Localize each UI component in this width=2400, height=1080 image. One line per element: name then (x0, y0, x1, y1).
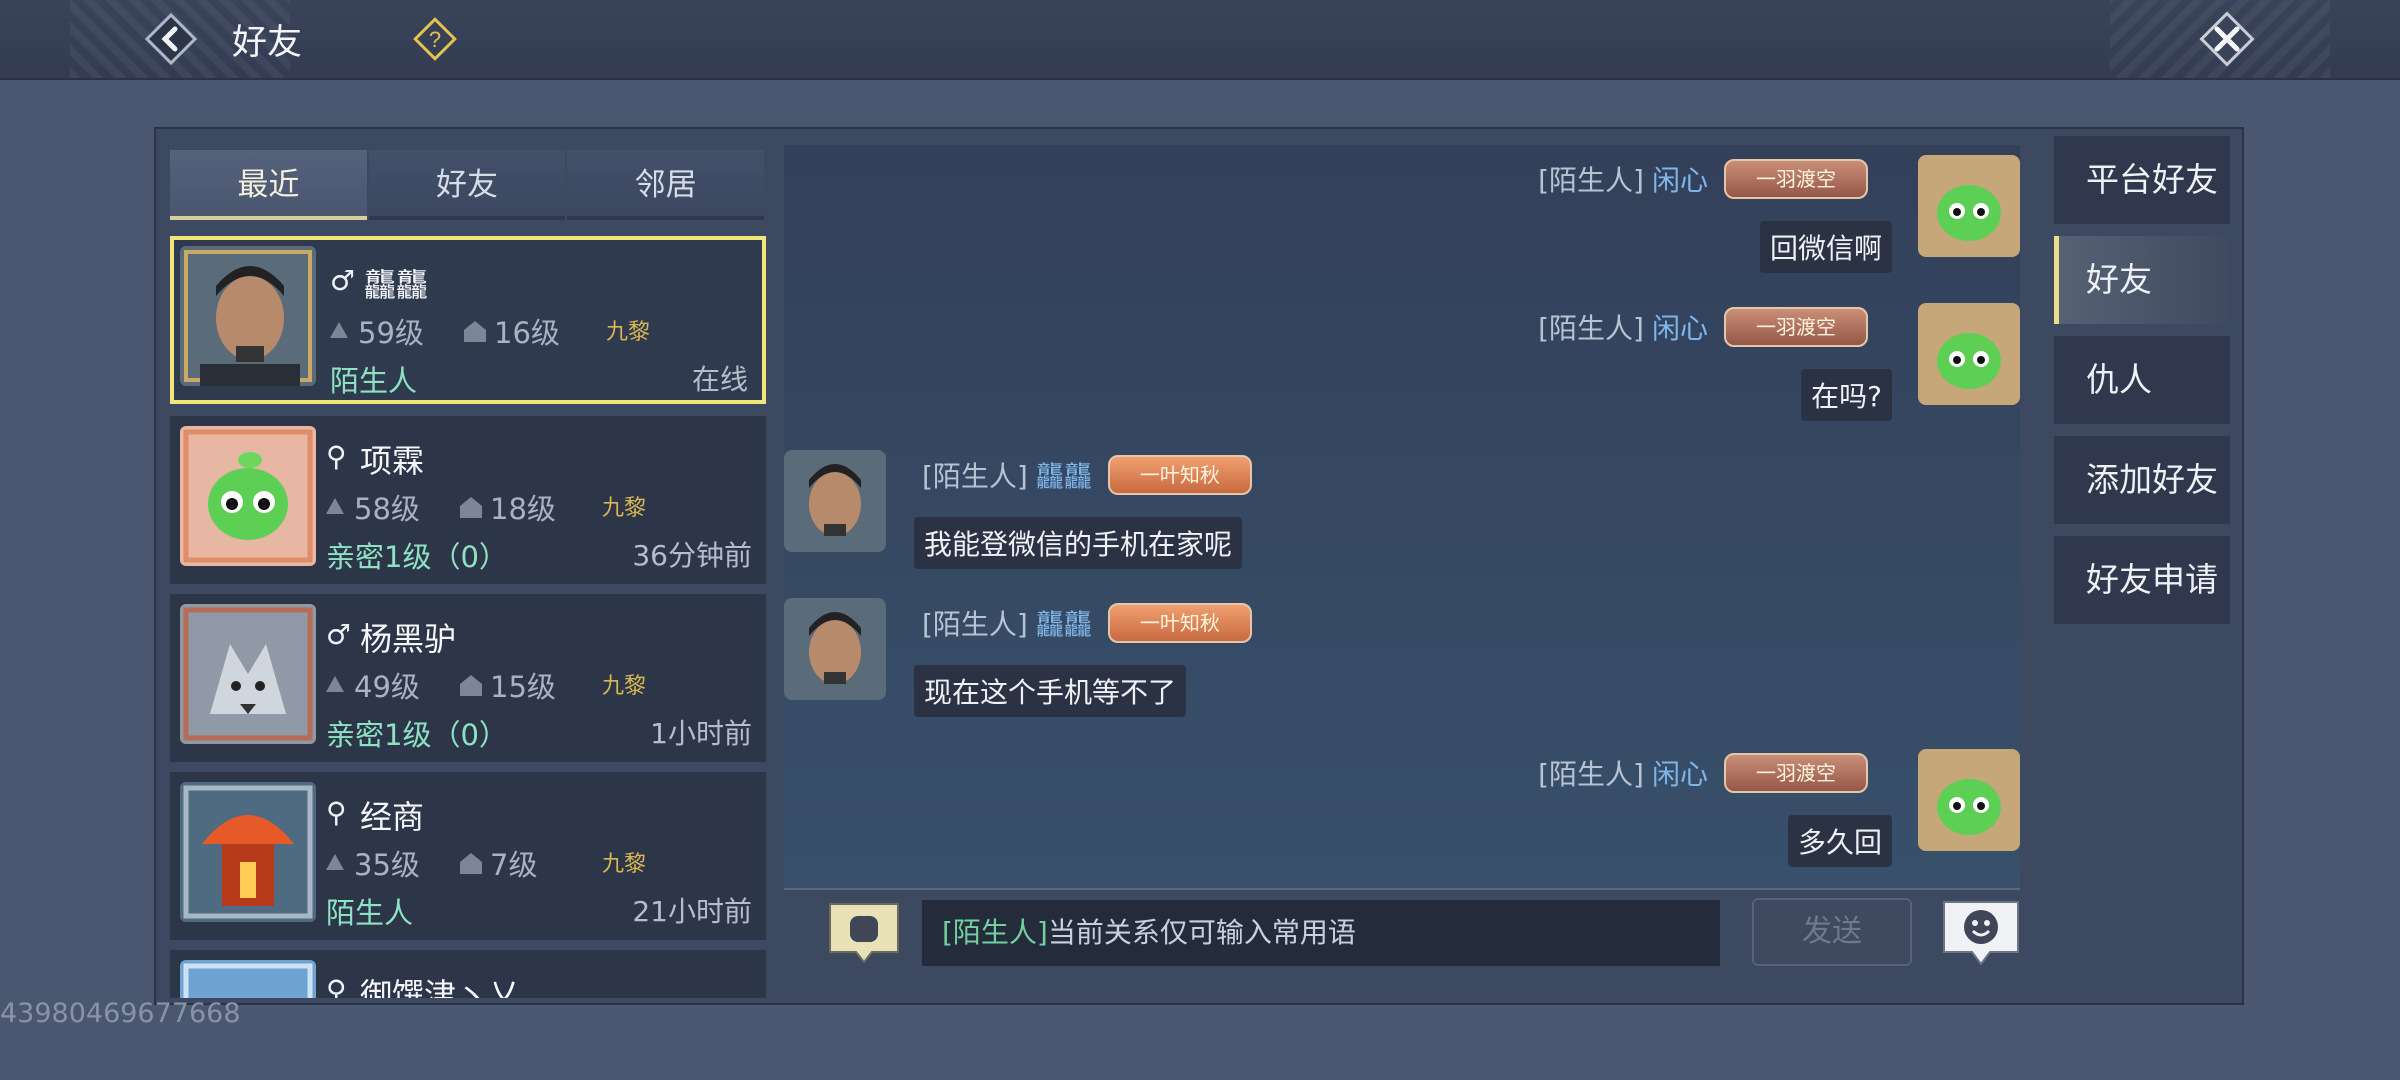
friend-name: 经商 (360, 798, 425, 836)
title-badge: 一羽渡空 (1724, 307, 1868, 347)
level-icon (326, 676, 344, 692)
category-platform-friends[interactable]: 平台好友 (2054, 136, 2230, 224)
friend-card[interactable]: ♂ 杨黑驴 49级 15级 九黎 亲密1级（0） 1小时前 (170, 594, 766, 762)
friend-name: 御馔津丶乂 (360, 976, 521, 998)
home-icon (460, 853, 482, 874)
relation-label: 亲密1级（0） (326, 718, 508, 752)
male-warrior-avatar[interactable] (784, 598, 886, 700)
category-enemies[interactable]: 仇人 (2054, 336, 2230, 424)
back-arrow-icon (144, 12, 198, 66)
level-icon (330, 322, 348, 338)
message-header: [陌生人] 龘龘 一叶知秋 (922, 455, 1252, 495)
tab-neighbors[interactable]: 邻居 (567, 150, 765, 220)
gender-neutral-icon: ⚲ (326, 440, 347, 473)
message-header: [陌生人] 闲心 一羽渡空 (1538, 307, 1868, 347)
friend-name: 杨黑驴 (360, 620, 457, 658)
send-button[interactable]: 发送 (1752, 898, 1912, 966)
message-bubble: 在吗? (1801, 369, 1892, 421)
online-status: 在线 (691, 363, 748, 396)
message-header: [陌生人] 龘龘 一叶知秋 (922, 603, 1252, 643)
friend-level: 58级 (322, 486, 420, 528)
blue-avatar (180, 960, 316, 998)
friend-name: 项霖 (360, 442, 425, 480)
emoji-button[interactable] (1940, 898, 2022, 968)
list-tabs: 最近 好友 邻居 (170, 150, 766, 220)
last-seen: 1小时前 (650, 717, 752, 750)
friend-card[interactable]: ⚲ 经商 35级 7级 九黎 陌生人 21小时前 (170, 772, 766, 940)
message-bubble: 多久回 (1787, 815, 1892, 867)
message-bubble: 我能登微信的手机在家呢 (914, 517, 1243, 569)
gender-neutral-icon: ⚲ (326, 796, 347, 829)
top-bar (0, 0, 2400, 80)
tab-recent[interactable]: 最近 (170, 150, 367, 220)
tab-friends[interactable]: 好友 (368, 150, 566, 220)
green-sprite-avatar[interactable] (1918, 749, 2020, 851)
friend-level: 49级 (322, 664, 420, 706)
friend-level: 59级 (326, 310, 424, 352)
wolf-avatar (180, 604, 316, 744)
friend-card[interactable]: ♂ 龘龘 59级 16级 九黎 陌生人 在线 (170, 236, 766, 404)
watermark-id: 43980469677668 (0, 998, 241, 1029)
friend-name: 龘龘 (364, 266, 429, 304)
friend-card[interactable]: ⚲ 御馔津丶乂 (170, 950, 766, 998)
title-badge: 一叶知秋 (1107, 603, 1252, 643)
title-badge: 一羽渡空 (1724, 159, 1868, 199)
gender-male-icon: ♂ (326, 618, 352, 651)
close-button[interactable] (2196, 8, 2258, 70)
gender-male-icon: ♂ (330, 264, 356, 297)
message-header: [陌生人] 闲心 一羽渡空 (1538, 753, 1868, 793)
relation-label: 陌生人 (330, 364, 418, 398)
last-seen: 36分钟前 (632, 539, 752, 572)
help-button[interactable]: ? (412, 16, 458, 62)
server-name: 九黎 (602, 496, 647, 521)
friend-fame: 16级 (462, 310, 560, 352)
chat-input[interactable]: [陌生人]当前关系仅可输入常用语 (922, 900, 1720, 966)
relation-label: 亲密1级（0） (326, 540, 508, 574)
svg-text:?: ? (429, 27, 441, 52)
server-name: 九黎 (602, 852, 647, 877)
server-name: 九黎 (606, 320, 651, 345)
friend-fame: 7级 (458, 842, 537, 884)
green-sprite-avatar (180, 426, 316, 566)
category-friends[interactable]: 好友 (2054, 236, 2230, 324)
friend-list[interactable]: ♂ 龘龘 59级 16级 九黎 陌生人 在线 ⚲ 项霖 58级 18级 九黎 亲… (170, 234, 768, 998)
category-friend-requests[interactable]: 好友申请 (2054, 536, 2230, 624)
smiley-bubble-icon (1943, 901, 2019, 966)
relation-label: 陌生人 (326, 896, 414, 930)
friend-card[interactable]: ⚲ 项霖 58级 18级 九黎 亲密1级（0） 36分钟前 (170, 416, 766, 584)
page-title: 好友 (232, 23, 303, 63)
last-seen: 21小时前 (632, 895, 752, 928)
level-icon (326, 498, 344, 514)
close-x-icon (2199, 11, 2255, 67)
quick-phrase-button[interactable] (824, 900, 904, 966)
male-warrior-avatar[interactable] (784, 450, 886, 552)
home-icon (460, 497, 482, 518)
green-sprite-avatar[interactable] (1918, 155, 2020, 257)
friend-fame: 15级 (458, 664, 556, 706)
hand-bubble-icon (829, 903, 899, 964)
level-icon (326, 854, 344, 870)
friend-level: 35级 (322, 842, 420, 884)
message-header: [陌生人] 闲心 一羽渡空 (1538, 159, 1868, 199)
question-icon: ? (413, 17, 457, 61)
home-icon (460, 675, 482, 696)
chat-divider (784, 888, 2020, 890)
chat-area[interactable]: [陌生人] 闲心 一羽渡空 回微信啊 [陌生人] 闲心 一羽渡空 在吗? [陌生… (784, 145, 2020, 890)
gender-neutral-icon: ⚲ (326, 974, 347, 998)
message-bubble: 回微信啊 (1759, 221, 1892, 273)
message-bubble: 现在这个手机等不了 (914, 665, 1187, 717)
title-badge: 一羽渡空 (1724, 753, 1868, 793)
category-add-friend[interactable]: 添加好友 (2054, 436, 2230, 524)
friend-fame: 18级 (458, 486, 556, 528)
title-badge: 一叶知秋 (1107, 455, 1252, 495)
green-sprite-avatar[interactable] (1918, 303, 2020, 405)
server-name: 九黎 (602, 674, 647, 699)
lantern-avatar (180, 782, 316, 922)
back-button[interactable] (142, 10, 200, 68)
male-warrior-avatar (180, 246, 316, 386)
home-icon (464, 321, 486, 342)
